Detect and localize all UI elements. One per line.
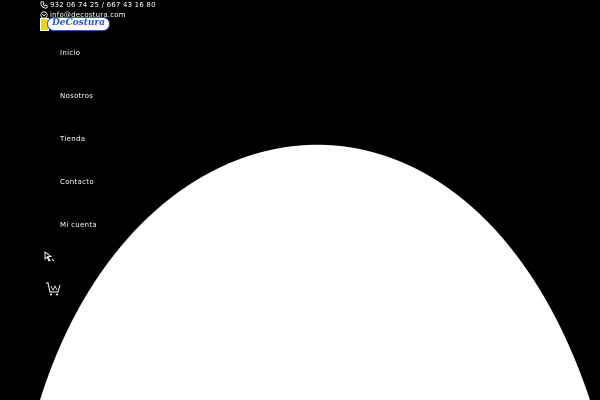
nav-item-contacto[interactable]: Contacto xyxy=(60,178,94,186)
phone-text[interactable]: 932 06 74 25 / 667 43 16 80 xyxy=(50,0,156,10)
nav-item-mi-cuenta[interactable]: Mi cuenta xyxy=(60,221,97,229)
logo-wordmark: DeCostura xyxy=(46,17,110,31)
cart-icon[interactable] xyxy=(45,282,61,296)
nav-item-inicio[interactable]: Inicio xyxy=(60,49,80,57)
hero-arch-shape xyxy=(40,144,590,400)
cursor-icon[interactable] xyxy=(43,251,55,263)
page: 932 06 74 25 / 667 43 16 80 info@decostu… xyxy=(0,0,600,400)
phone-row: 932 06 74 25 / 667 43 16 80 xyxy=(40,0,156,10)
nav-item-nosotros[interactable]: Nosotros xyxy=(60,92,93,100)
site-logo[interactable]: DeCostura xyxy=(40,17,110,31)
nav-item-tienda[interactable]: Tienda xyxy=(60,135,85,143)
phone-icon xyxy=(40,1,48,9)
